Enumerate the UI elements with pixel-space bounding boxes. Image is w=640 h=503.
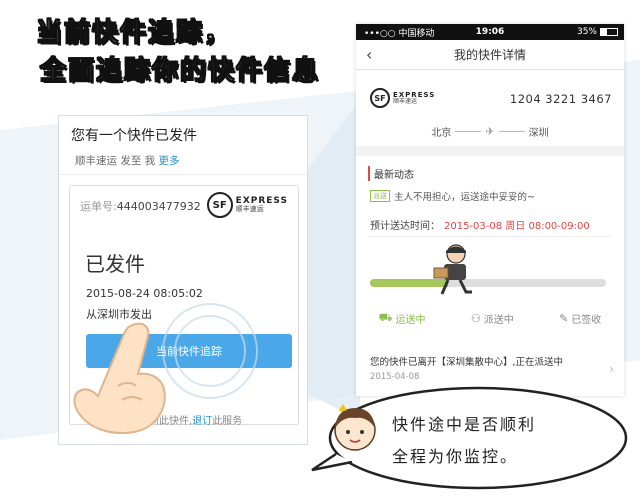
update-badge: 派送 [370,190,390,202]
tracking-message[interactable]: 您的快件已离开【深圳集散中心】,正在派送中 [370,354,563,368]
stage-in-transit: ⛟ 运送中 [379,311,426,326]
route-origin: 北京 [431,128,452,139]
battery-icon [600,28,618,36]
more-link[interactable]: 更多 [159,155,180,167]
phone-screen: •••○○ 中国移动 19:06 35% ‹ 我的快件详情 SF EXPRESS… [356,24,624,396]
route-destination: 深圳 [528,128,549,139]
headline-line-1: 当前快件追踪， [35,18,233,49]
sender-label: 顺丰速运 发至 我 [75,155,156,167]
latest-update-title: 最新动态 [368,166,414,181]
latest-update: 派送 主人不用担心，运送途中妥妥的~ [370,189,535,203]
nav-bar: ‹ 我的快件详情 [356,40,624,70]
footer-suffix: 此服务 [212,416,243,427]
divider [368,236,612,237]
sf-express-logo-small: SF EXPRESS 顺丰速运 [370,88,435,108]
stage-signed: ✎ 已签收 [559,311,601,326]
page-title: 我的快件详情 [453,48,526,62]
sf-logo-cn: 顺丰速运 [235,205,264,213]
airplane-icon: ✈ [485,125,495,138]
battery-percent: 35% [576,27,597,37]
pointing-hand-icon [73,322,166,434]
tap-ripple-inner [174,315,246,387]
unsubscribe-link[interactable]: 退订 [192,416,212,427]
delivery-stages: ⛟ 运送中 ⚇ 派送中 ✎ 已签收 [356,311,624,326]
shipment-status: 已发件 [85,252,145,276]
sf-logo-mark-small: SF [370,88,390,108]
shipment-time: 2015-08-24 08:05:02 [86,287,203,300]
sf-express-logo: SF EXPRESS 顺丰速运 [206,192,288,218]
status-bar: •••○○ 中国移动 19:06 35% [356,24,624,40]
delivery-icon: ⛟ [378,311,393,324]
back-chevron-icon[interactable]: ‹ [366,45,372,64]
bubble-line-2: 全程为你监控。 [392,447,519,466]
waybill-number: 444003477932 [116,200,201,213]
card-title: 您有一个快件已发件 [71,128,197,144]
route: 北京 ✈ 深圳 [356,124,624,139]
waybill: 运单号:444003477932 [80,198,201,214]
stage-label: 已签收 [571,315,602,326]
update-text: 主人不用担心，运送途中妥妥的~ [394,192,535,203]
sf-logo-mark: SF [206,192,233,218]
headline-line-2: 全面追踪你的快件信息 [39,56,321,87]
sf-logo-cn-small: 顺丰速运 [393,97,418,105]
bubble-line-1: 快件途中是否顺利 [392,415,537,434]
chevron-right-icon[interactable]: › [609,362,614,376]
courier-icon: ⚇ [470,312,481,325]
eta-label: 预计送达时间： [370,221,440,232]
tracking-message-date: 2015-04-08 [370,372,420,382]
card-sender: 顺丰速运 发至 我 更多 [75,153,180,168]
eta-value: 2015-03-08 周日 08:00-09:00 [444,221,590,232]
signed-icon: ✎ [559,312,569,325]
section-separator [356,146,624,156]
eta: 预计送达时间： 2015-03-08 周日 08:00-09:00 [370,217,590,232]
tracking-number: 1204 3221 3467 [509,92,612,106]
stage-out-for-delivery: ⚇ 派送中 [471,311,514,326]
cartoon-girl-icon [334,404,376,451]
stage-label: 运送中 [395,315,426,326]
divider [59,174,307,175]
courier-runner-icon [433,244,472,295]
waybill-label: 运单号: [80,200,117,213]
delivery-progress-bar [370,279,606,287]
stage-label: 派送中 [483,315,514,326]
